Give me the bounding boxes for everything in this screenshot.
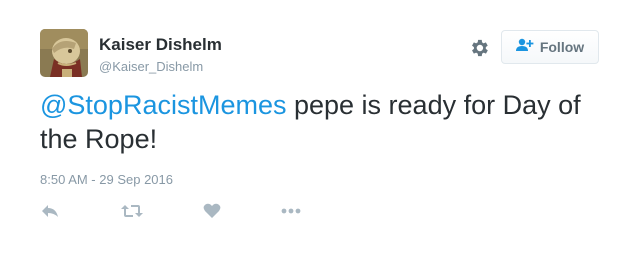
more-icon [281,208,301,214]
add-user-icon [515,38,534,57]
reply-icon [42,205,58,217]
tweet-timestamp[interactable]: 8:50 AM - 29 Sep 2016 [40,172,173,187]
reply-button[interactable] [40,203,60,224]
more-button[interactable] [280,203,302,224]
retweet-button[interactable] [121,203,143,224]
follow-label: Follow [539,39,585,55]
avatar-image [40,29,88,77]
gear-icon[interactable] [468,37,490,59]
author-avatar[interactable] [40,29,88,77]
mention-link[interactable]: @StopRacistMemes [40,90,286,120]
follow-button[interactable]: Follow [501,30,599,64]
retweet-icon [121,205,143,217]
like-button[interactable] [203,203,221,224]
tweet-text: @StopRacistMemes pepe is ready for Day o… [40,88,620,156]
tweet-card: Kaiser Dishelm @Kaiser_Dishelm Follow @S… [0,0,640,253]
author-handle[interactable]: @Kaiser_Dishelm [99,59,203,74]
author-name[interactable]: Kaiser Dishelm [99,35,222,55]
heart-icon [203,203,221,218]
